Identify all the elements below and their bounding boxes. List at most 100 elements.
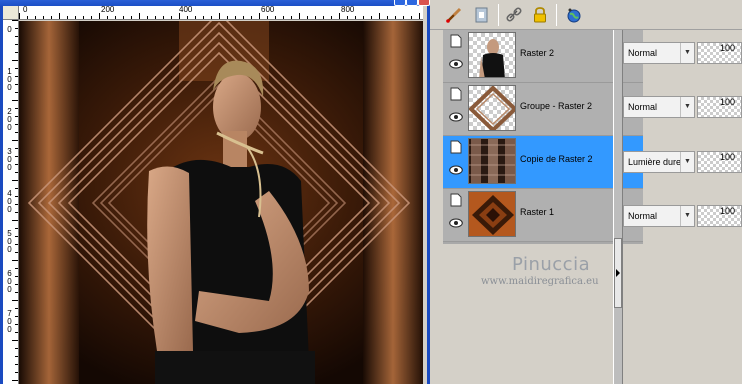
ruler-top[interactable]: 0 200 400 600 800 — [19, 6, 423, 20]
link-icon[interactable] — [504, 5, 524, 25]
blend-mode-select[interactable]: Normal ▼ — [623, 96, 695, 118]
opacity-value: 100 — [719, 206, 735, 216]
layer-name[interactable]: Raster 2 — [520, 48, 554, 58]
eye-icon[interactable] — [448, 215, 464, 231]
layers-palette: Raster 2 Groupe - Raster 2 Copie de Rast… — [430, 0, 742, 384]
opacity-value: 100 — [719, 43, 735, 53]
ruler-left[interactable]: 0 100 200 300 400 500 600 700 — [3, 20, 19, 384]
ruler-label: 200 — [101, 6, 115, 14]
ruler-tick — [12, 20, 18, 21]
layer-visibility-toggle-icon[interactable] — [449, 193, 463, 207]
chevron-down-icon[interactable]: ▼ — [680, 43, 694, 63]
ruler-tick — [15, 316, 18, 317]
eye-icon[interactable] — [448, 162, 464, 178]
ruler-tick — [12, 220, 18, 221]
blend-mode-value: Normal — [628, 102, 658, 112]
opacity-slider[interactable]: 100 — [697, 151, 742, 173]
chevron-down-icon[interactable]: ▼ — [680, 152, 694, 172]
ruler-tick — [15, 156, 18, 157]
ruler-label: 400 — [179, 6, 193, 14]
ruler-tick — [15, 124, 18, 125]
ruler-tick — [12, 260, 18, 261]
opacity-slider[interactable]: 100 — [697, 96, 742, 118]
panel-splitter[interactable] — [613, 30, 623, 384]
layer-mask-icon[interactable] — [472, 5, 492, 25]
blend-mode-value: Normal — [628, 211, 658, 221]
layer-thumb-brown-diamond — [468, 191, 516, 237]
ruler-tick — [419, 13, 420, 19]
ruler-tick — [12, 180, 18, 181]
ruler-tick — [163, 16, 164, 19]
ruler-tick — [355, 16, 356, 19]
ruler-tick — [51, 16, 52, 19]
ruler-tick — [171, 16, 172, 19]
ruler-tick — [379, 13, 380, 19]
chevron-down-icon[interactable]: ▼ — [680, 206, 694, 226]
ruler-tick — [15, 116, 18, 117]
brush-icon[interactable] — [444, 5, 464, 25]
ruler-label: 300 — [7, 147, 12, 172]
eye-icon[interactable] — [448, 56, 464, 72]
ruler-tick — [15, 164, 18, 165]
ruler-tick — [315, 16, 316, 19]
ruler-tick — [15, 372, 18, 373]
chevron-down-icon[interactable]: ▼ — [680, 97, 694, 117]
ruler-label: 0 — [23, 6, 28, 14]
ruler-tick — [267, 16, 268, 19]
eye-icon[interactable] — [448, 109, 464, 125]
layer-visibility-toggle-icon[interactable] — [449, 87, 463, 101]
ruler-tick — [35, 16, 36, 19]
ruler-tick — [15, 44, 18, 45]
ruler-tick — [12, 380, 18, 381]
ruler-tick — [15, 244, 18, 245]
ruler-tick — [15, 84, 18, 85]
ruler-tick — [67, 16, 68, 19]
ruler-tick — [15, 292, 18, 293]
ruler-tick — [15, 268, 18, 269]
splitter-grip[interactable] — [614, 238, 622, 308]
ruler-tick — [15, 308, 18, 309]
ruler-tick — [12, 60, 18, 61]
ruler-tick — [107, 16, 108, 19]
layer-name[interactable]: Groupe - Raster 2 — [520, 101, 592, 111]
ruler-tick — [243, 16, 244, 19]
watermark-url: www.maidiregrafica.eu — [481, 276, 599, 287]
layer-visibility-toggle-icon[interactable] — [449, 34, 463, 48]
ruler-tick — [219, 13, 220, 19]
layer-name[interactable]: Copie de Raster 2 — [520, 154, 593, 164]
image-canvas[interactable] — [19, 21, 423, 384]
ruler-tick — [15, 172, 18, 173]
ruler-tick — [15, 252, 18, 253]
ruler-tick — [15, 196, 18, 197]
opacity-slider[interactable]: 100 — [697, 42, 742, 64]
ruler-tick — [15, 284, 18, 285]
opacity-slider[interactable]: 100 — [697, 205, 742, 227]
ruler-tick — [259, 13, 260, 19]
ruler-label: 400 — [7, 189, 12, 214]
ruler-tick — [12, 300, 18, 301]
ruler-label: 100 — [7, 67, 12, 92]
ruler-tick — [251, 16, 252, 19]
ruler-tick — [75, 16, 76, 19]
ruler-tick — [123, 16, 124, 19]
opacity-value: 100 — [719, 97, 735, 107]
ruler-tick — [371, 16, 372, 19]
ruler-corner[interactable] — [3, 6, 19, 20]
blend-mode-select[interactable]: Normal ▼ — [623, 42, 695, 64]
layer-visibility-toggle-icon[interactable] — [449, 140, 463, 154]
ruler-tick — [12, 100, 18, 101]
ruler-tick — [15, 28, 18, 29]
ruler-tick — [387, 16, 388, 19]
ruler-tick — [99, 13, 100, 19]
ruler-tick — [155, 16, 156, 19]
blend-mode-select[interactable]: Lumière dure ▼ — [623, 151, 695, 173]
blend-mode-select[interactable]: Normal ▼ — [623, 205, 695, 227]
layer-name[interactable]: Raster 1 — [520, 207, 554, 217]
ruler-tick — [15, 356, 18, 357]
layer-thumb-stripes — [468, 138, 516, 184]
lock-icon[interactable] — [530, 5, 550, 25]
ruler-tick — [15, 324, 18, 325]
globe-icon[interactable] — [564, 5, 584, 25]
toolbar-separator — [556, 4, 557, 26]
ruler-tick — [187, 16, 188, 19]
